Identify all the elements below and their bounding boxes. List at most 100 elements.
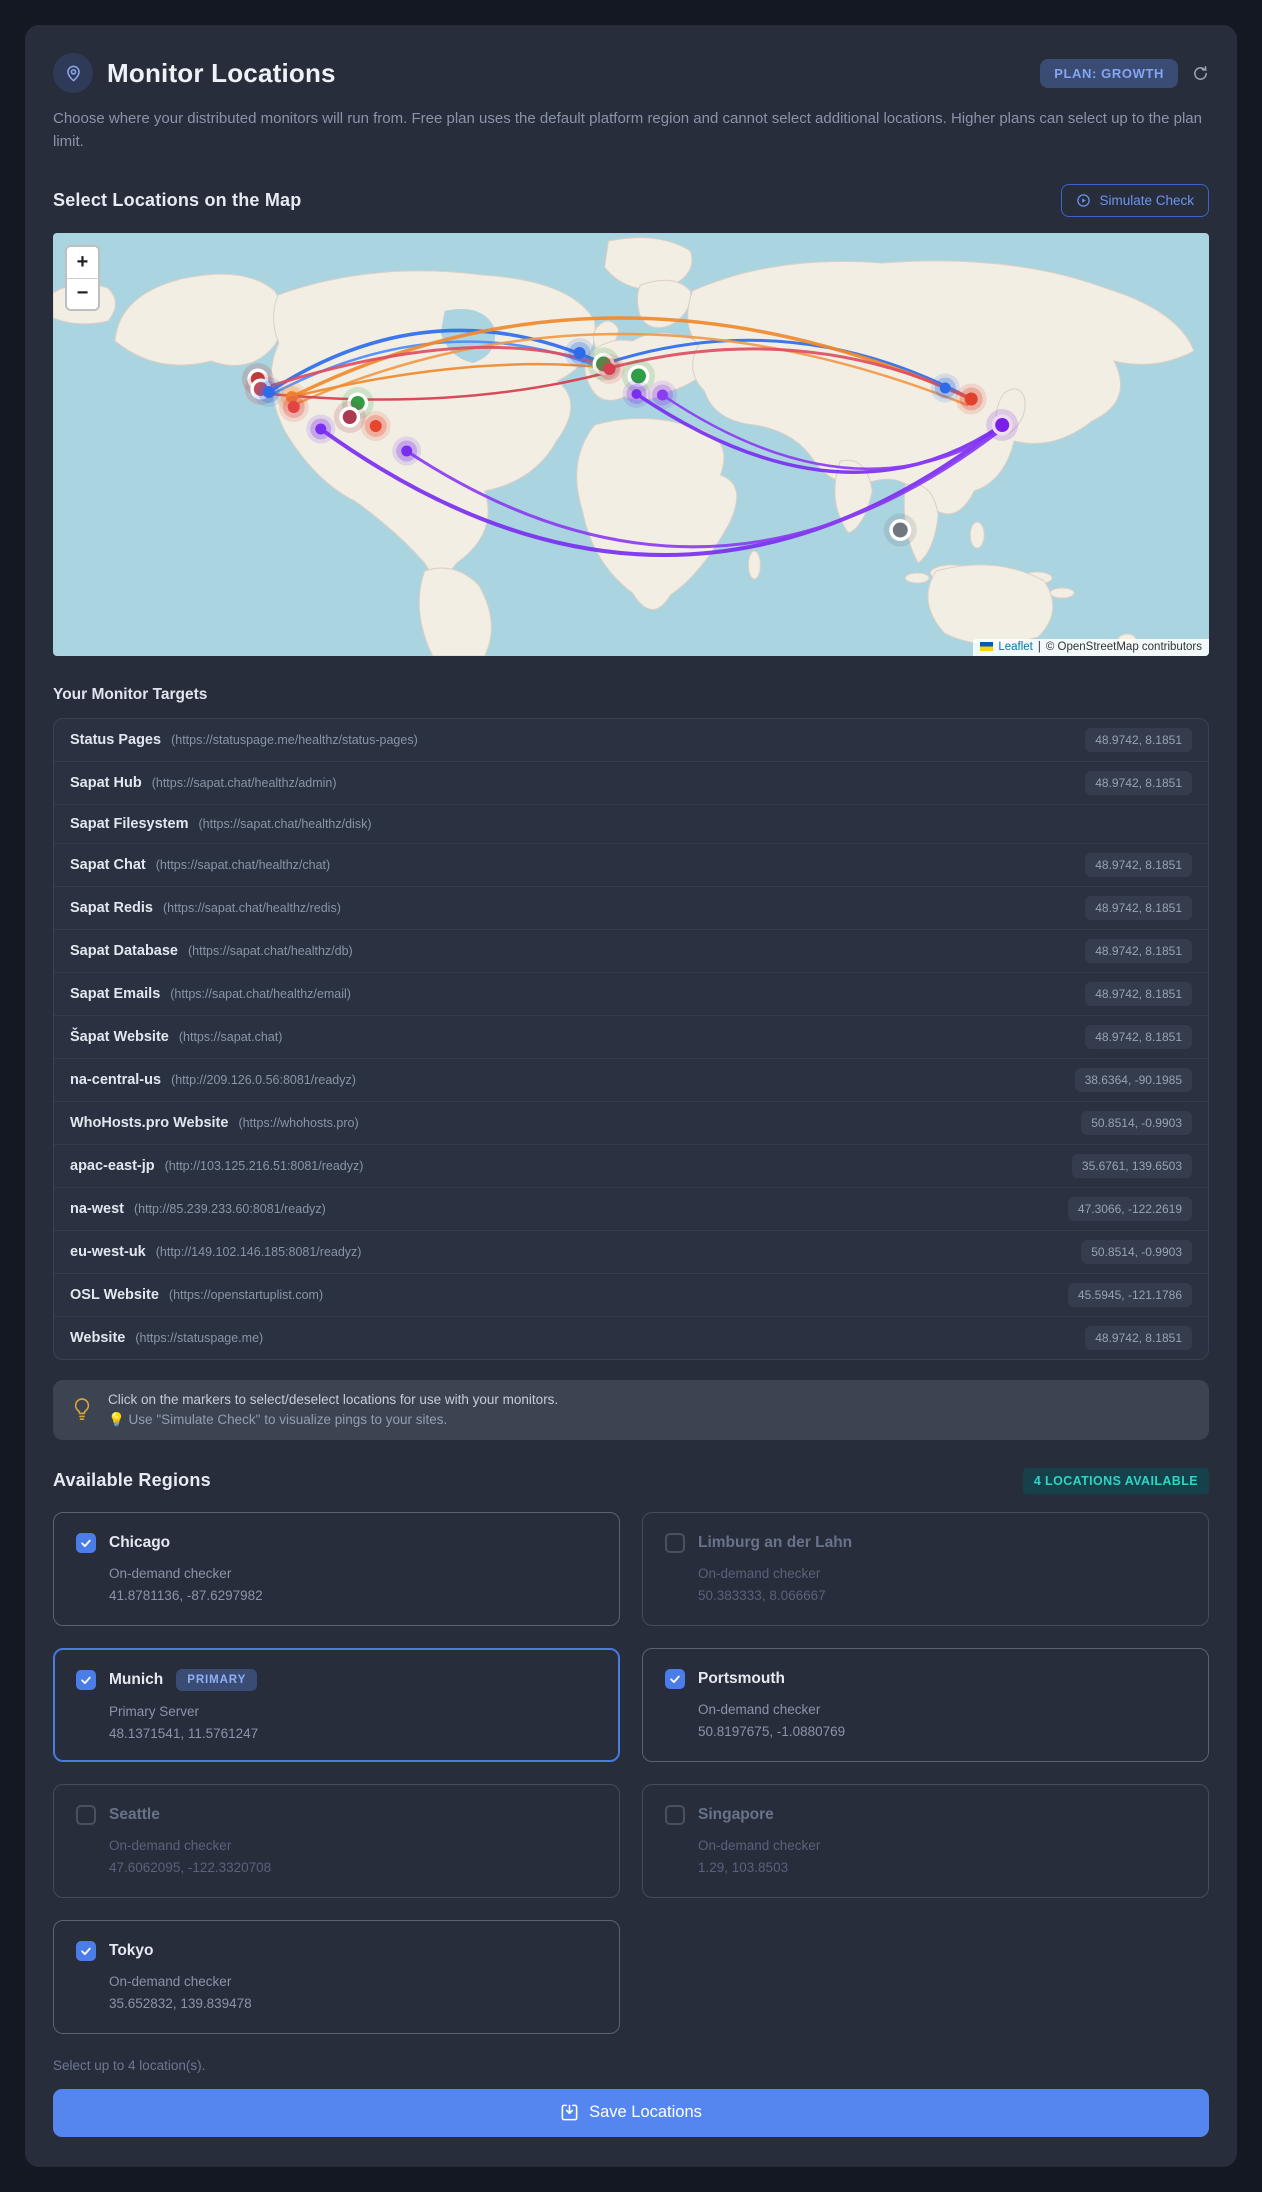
target-row: apac-east-jp (http://103.125.216.51:8081/… (54, 1145, 1208, 1188)
attribution-separator: | (1037, 640, 1041, 653)
target-coordinates-badge: 50.8514, -0.9903 (1081, 1110, 1192, 1135)
target-url: (https://sapat.chat/healthz/redis) (163, 900, 341, 915)
target-url: (https://sapat.chat/healthz/db) (188, 943, 353, 958)
region-cards-grid: Chicago On-demand checker 41.8781136, -87.… (53, 1511, 1209, 2034)
save-locations-button[interactable]: Save Locations (53, 2088, 1209, 2137)
target-coordinates-badge: 47.3066, -122.2619 (1067, 1196, 1192, 1221)
region-name: Singapore (698, 1805, 774, 1823)
region-card-singapore[interactable]: Singapore On-demand checker 1.29, 103.8503 (642, 1783, 1209, 1898)
region-card-top: Seattle (76, 1804, 597, 1825)
map-marker-us-purple-west[interactable] (306, 414, 336, 443)
target-row: Šapat Website (https://sapat.chat) 48.9742… (54, 1016, 1208, 1059)
target-url: (https://sapat.chat/healthz/admin) (151, 775, 337, 790)
target-row: Sapat Chat (https://sapat.chat/healthz/ch… (54, 844, 1208, 887)
page-title: Monitor Locations (107, 57, 336, 88)
region-card-top: Portsmouth (665, 1668, 1186, 1689)
region-name: Portsmouth (698, 1669, 785, 1687)
monitor-targets-list: Status Pages (https://statuspage.me/healt… (53, 717, 1209, 1360)
map-marker-korea-red[interactable] (955, 383, 987, 414)
world-landmass (53, 236, 1195, 656)
region-card-chicago[interactable]: Chicago On-demand checker 41.8781136, -87.… (53, 1511, 620, 1626)
target-url: (https://sapat.chat/healthz/email) (170, 986, 351, 1001)
map-marker-us-southeast-red[interactable] (360, 410, 391, 441)
map-marker-eu-purple-a[interactable] (622, 379, 651, 408)
target-coordinates-badge: 48.9742, 8.1851 (1085, 981, 1192, 1006)
map-marker-us-red[interactable] (278, 391, 309, 422)
regions-header: Available Regions 4 LOCATIONS AVAILABLE (53, 1467, 1209, 1494)
region-card-top: Munich PRIMARY (76, 1668, 597, 1691)
world-map-svg (53, 236, 1195, 656)
target-name: na-central-us (70, 1071, 162, 1088)
save-icon (561, 2104, 578, 2121)
target-coordinates-badge: 45.5945, -121.1786 (1067, 1282, 1192, 1307)
map-marker-eu-purple-b[interactable] (647, 380, 677, 409)
target-row: Sapat Redis (https://sapat.chat/healthz/r… (54, 887, 1208, 930)
map-marker-singapore-gray[interactable] (883, 513, 917, 546)
map-marker-us-purple-gulf[interactable] (392, 436, 422, 465)
target-row: WhoHosts.pro Website (https://whohosts.pr… (54, 1102, 1208, 1145)
checkbox-checked[interactable] (665, 1668, 685, 1689)
simulate-check-button[interactable]: Simulate Check (1061, 183, 1209, 217)
target-coordinates-badge: 50.8514, -0.9903 (1081, 1239, 1192, 1264)
region-card-top: Tokyo (76, 1940, 597, 1961)
targets-heading: Your Monitor Targets (53, 685, 208, 703)
target-coordinates-badge: 38.6364, -90.1985 (1074, 1067, 1192, 1092)
region-name: Limburg an der Lahn (698, 1533, 853, 1551)
checkbox-unchecked[interactable] (665, 1532, 685, 1553)
region-coordinates: 50.383333, 8.066667 (698, 1587, 826, 1603)
map-marker-tokyo-purple[interactable] (986, 408, 1019, 441)
zoom-out-button[interactable]: − (67, 277, 98, 309)
map-section-title: Select Locations on the Map (53, 189, 302, 210)
zoom-in-button[interactable]: + (67, 246, 98, 278)
map-marker-asia-blue[interactable] (930, 373, 960, 402)
region-card-limburg-an-der-lahn[interactable]: Limburg an der Lahn On-demand checker 50.3… (642, 1511, 1209, 1626)
target-name: Sapat Filesystem (70, 815, 189, 832)
target-name: Sapat Hub (70, 774, 142, 791)
leaflet-link[interactable]: Leaflet (998, 641, 1033, 653)
target-name: OSL Website (70, 1286, 159, 1303)
leaflet-map[interactable]: + − Leaflet | © OpenStreetMap contributo… (53, 232, 1209, 656)
region-coordinates: 50.8197675, -1.0880769 (698, 1723, 846, 1739)
map-marker-uk-red[interactable] (594, 353, 625, 384)
refresh-icon[interactable] (1192, 65, 1209, 82)
target-url: (https://statuspage.me/healthz/status-pa… (171, 732, 418, 747)
target-name: Sapat Redis (70, 899, 153, 916)
target-url: (https://sapat.chat) (178, 1029, 283, 1044)
target-name: Sapat Chat (70, 856, 146, 873)
target-name: apac-east-jp (70, 1157, 155, 1174)
target-coordinates-badge: 48.9742, 8.1851 (1085, 938, 1192, 963)
target-url: (http://85.239.233.60:8081/readyz) (134, 1201, 326, 1216)
ukraine-flag-icon (980, 642, 994, 651)
checkbox-checked[interactable] (76, 1532, 96, 1553)
target-row: Sapat Hub (https://sapat.chat/healthz/adm… (54, 762, 1208, 805)
region-type: On-demand checker (698, 1837, 821, 1853)
target-coordinates-badge: 48.9742, 8.1851 (1085, 770, 1192, 795)
region-name: Chicago (109, 1533, 171, 1551)
header-right: PLAN: GROWTH (1040, 58, 1209, 88)
tip-line-2: 💡 Use "Simulate Check" to visualize ping… (108, 1411, 448, 1427)
play-circle-icon (1077, 193, 1091, 207)
region-card-portsmouth[interactable]: Portsmouth On-demand checker 50.8197675, -… (642, 1647, 1209, 1762)
region-card-munich[interactable]: Munich PRIMARY Primary Server 48.1371541, 1… (53, 1647, 620, 1762)
checkbox-checked[interactable] (76, 1669, 96, 1690)
target-name: Sapat Database (70, 942, 178, 959)
target-row: OSL Website (https://openstartuplist.com)… (54, 1274, 1208, 1317)
region-type: On-demand checker (109, 1565, 232, 1581)
header-left: Monitor Locations (53, 53, 336, 93)
checkbox-unchecked[interactable] (76, 1804, 96, 1825)
locations-available-badge: 4 LOCATIONS AVAILABLE (1022, 1467, 1209, 1494)
region-card-tokyo[interactable]: Tokyo On-demand checker 35.652832, 139.839… (53, 1919, 620, 2034)
region-card-seattle[interactable]: Seattle On-demand checker 47.6062095, -122… (53, 1783, 620, 1898)
map-section-header: Select Locations on the Map Simulate Che… (53, 183, 1209, 217)
target-name: Website (70, 1329, 126, 1346)
lightbulb-icon (74, 1397, 90, 1420)
selection-limit-note: Select up to 4 location(s). (53, 2057, 206, 2073)
target-coordinates-badge: 48.9742, 8.1851 (1085, 852, 1192, 877)
region-type: On-demand checker (698, 1701, 821, 1717)
map-attribution: Leaflet | © OpenStreetMap contributors (973, 638, 1209, 656)
checkbox-unchecked[interactable] (665, 1804, 685, 1825)
checkbox-checked[interactable] (76, 1940, 96, 1961)
target-url: (https://whohosts.pro) (238, 1115, 359, 1130)
target-url: (http://209.126.0.56:8081/readyz) (171, 1072, 356, 1087)
region-name: Tokyo (109, 1941, 154, 1959)
